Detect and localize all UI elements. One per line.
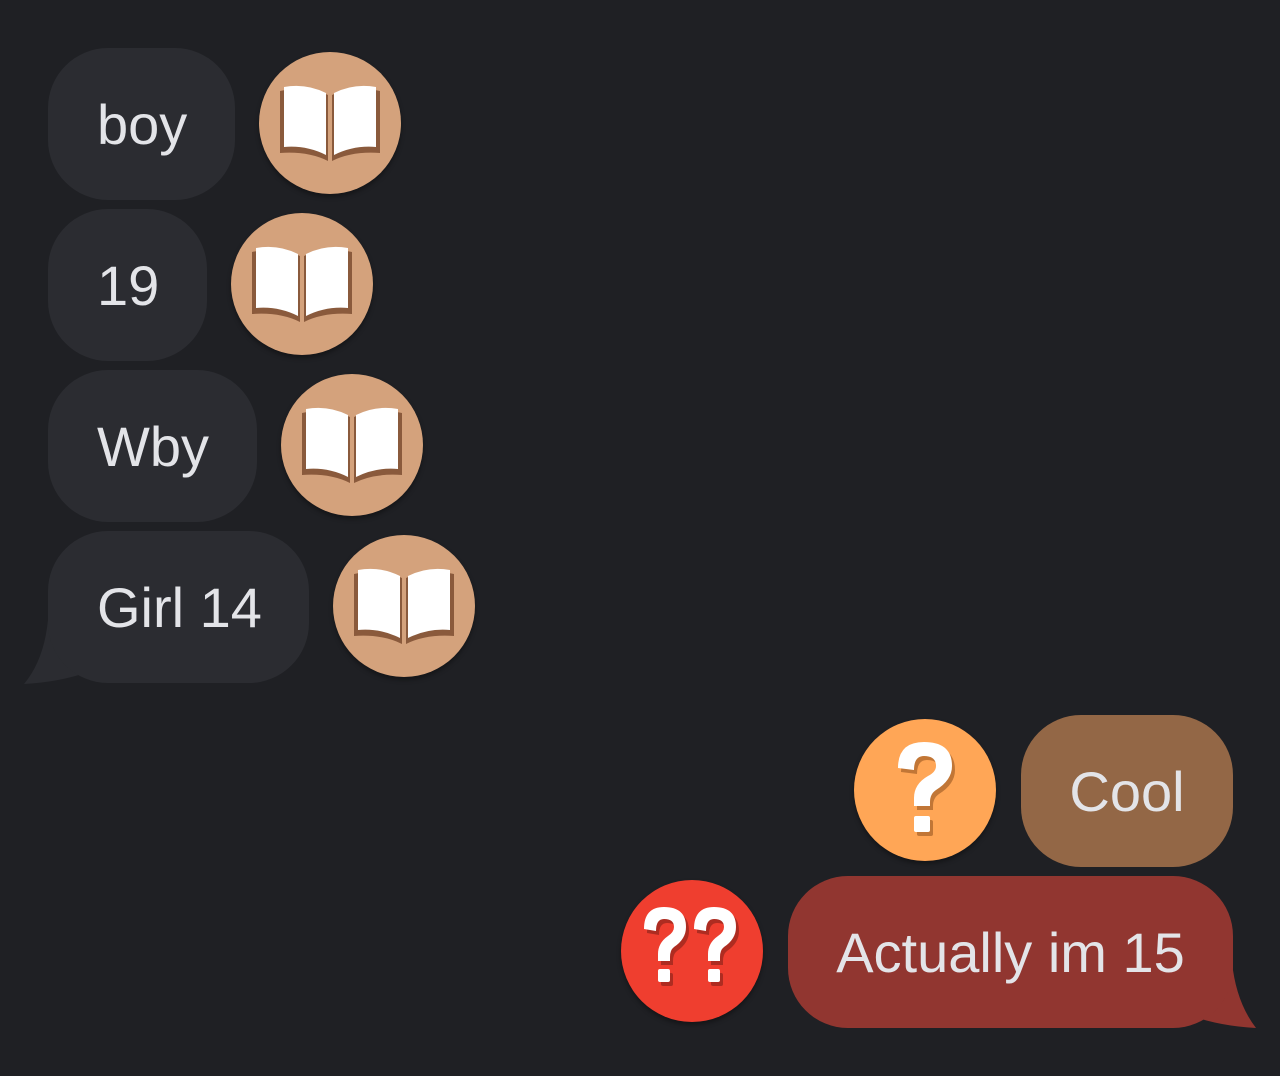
open-book-icon xyxy=(354,568,454,644)
message-text: Girl 14 xyxy=(97,575,262,639)
question-reaction[interactable] xyxy=(854,719,996,861)
message-bubble[interactable]: Girl 14 xyxy=(48,531,309,683)
double-question-mark-icon xyxy=(644,907,739,986)
double-question-reaction[interactable] xyxy=(621,880,763,1022)
open-book-icon xyxy=(252,246,352,322)
open-book-reaction[interactable] xyxy=(281,374,423,516)
message-bubble[interactable]: Cool xyxy=(1021,715,1233,867)
message-text: Actually im 15 xyxy=(836,920,1185,984)
message-text: boy xyxy=(97,92,188,156)
message-bubble[interactable]: 19 xyxy=(48,209,207,361)
message-text: Cool xyxy=(1069,759,1185,823)
message-text: 19 xyxy=(97,253,160,317)
message-bubble[interactable]: Actually im 15 xyxy=(788,876,1233,1028)
question-mark-icon xyxy=(898,742,955,836)
message-bubble[interactable]: boy xyxy=(48,48,235,200)
chat-canvas: boy 19 Wby Girl 14 Cool Actually im 15 xyxy=(0,0,1280,1076)
open-book-reaction[interactable] xyxy=(259,52,401,194)
open-book-reaction[interactable] xyxy=(231,213,373,355)
open-book-reaction[interactable] xyxy=(333,535,475,677)
open-book-icon xyxy=(280,85,380,161)
open-book-icon xyxy=(302,407,402,483)
message-bubble[interactable]: Wby xyxy=(48,370,257,522)
message-text: Wby xyxy=(97,414,209,478)
